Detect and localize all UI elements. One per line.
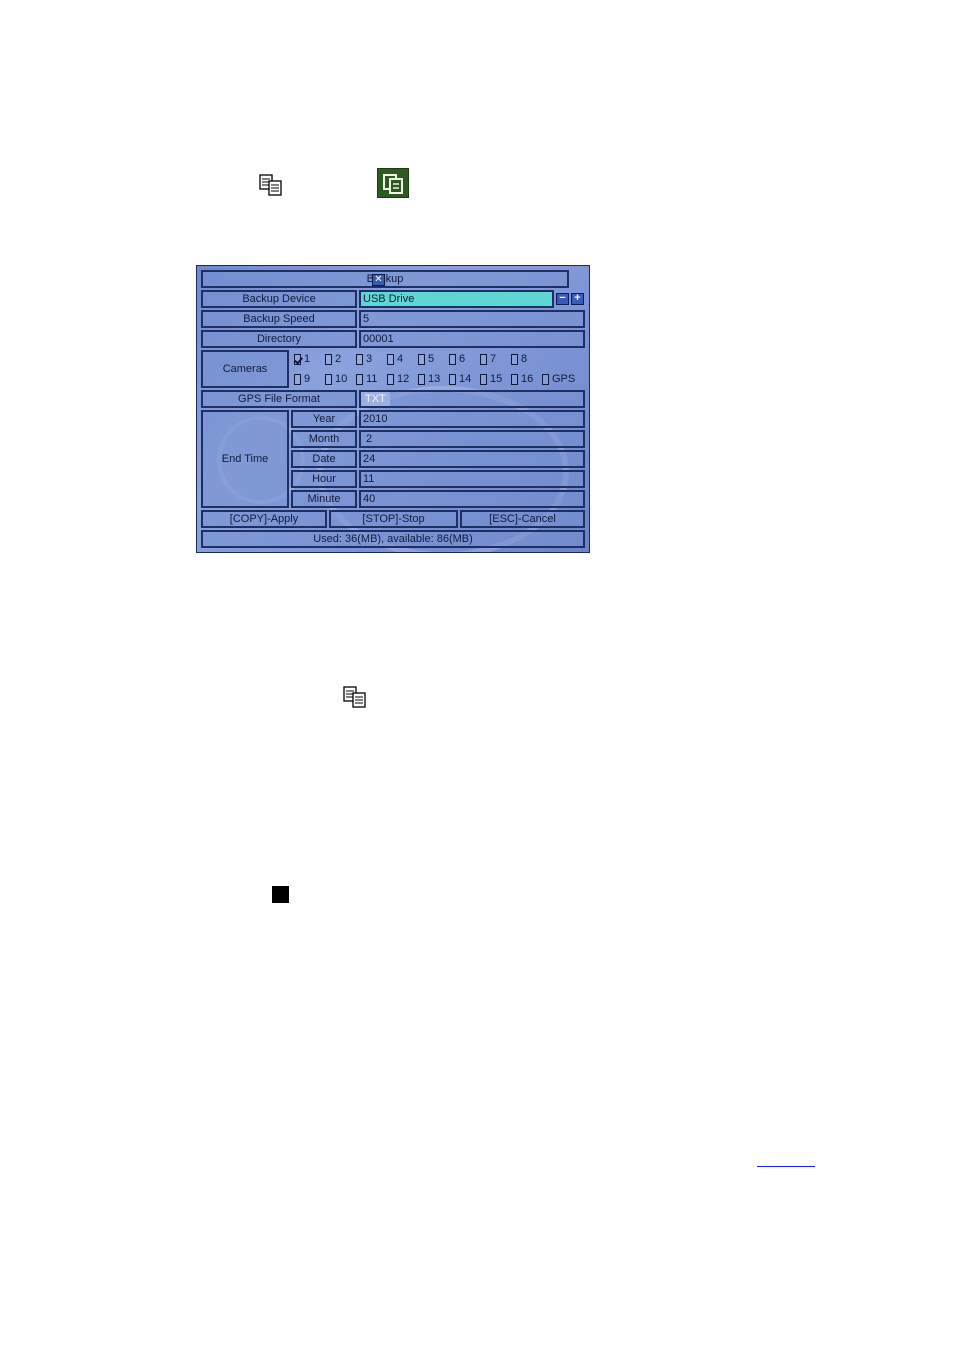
checkbox-icon[interactable] <box>387 353 394 365</box>
backup-device-label: Backup Device <box>201 290 357 308</box>
camera-checkbox-12[interactable]: 12 <box>387 372 409 386</box>
camera-label: 4 <box>397 353 404 365</box>
checkbox-icon[interactable] <box>418 373 425 385</box>
camera-label: 15 <box>490 373 503 385</box>
camera-checkbox-9[interactable]: 9 <box>294 372 310 386</box>
plus-button[interactable]: + <box>571 293 584 305</box>
camera-checkbox-15[interactable]: 15 <box>480 372 502 386</box>
hour-field[interactable]: 11 <box>359 470 585 488</box>
camera-checkbox-3[interactable]: 3 <box>356 352 372 366</box>
checkbox-icon[interactable] <box>511 353 518 365</box>
copy-apply-button[interactable]: [COPY]-Apply <box>201 510 327 528</box>
checkbox-icon[interactable] <box>511 373 518 385</box>
camera-label: 6 <box>459 353 466 365</box>
checkbox-icon[interactable] <box>387 373 394 385</box>
camera-checkbox-13[interactable]: 13 <box>418 372 440 386</box>
camera-label: 7 <box>490 353 497 365</box>
camera-checkbox-2[interactable]: 2 <box>325 352 341 366</box>
backup-speed-field[interactable]: 5 <box>359 310 585 328</box>
checkbox-icon[interactable] <box>294 353 301 365</box>
gps-file-format-label: GPS File Format <box>201 390 357 408</box>
end-time-label: End Time <box>201 410 289 508</box>
checkbox-icon[interactable] <box>480 353 487 365</box>
camera-label: GPS <box>552 373 576 385</box>
camera-label: 14 <box>459 373 472 385</box>
month-field[interactable]: 2 <box>359 430 585 448</box>
camera-checkbox-5[interactable]: 5 <box>418 352 434 366</box>
hour-label: Hour <box>291 470 357 488</box>
copy-icon <box>259 173 283 202</box>
storage-status: Used: 36(MB), available: 86(MB) <box>201 530 585 548</box>
gps-file-format-value: TXT <box>361 392 390 406</box>
camera-label: 9 <box>304 373 311 385</box>
camera-label: 11 <box>366 373 378 385</box>
minute-label: Minute <box>291 490 357 508</box>
checkbox-icon[interactable] <box>542 373 549 385</box>
camera-checkbox-4[interactable]: 4 <box>387 352 403 366</box>
stop-square-icon <box>272 886 289 903</box>
camera-checkbox-gps[interactable]: GPS <box>542 372 575 386</box>
camera-label: 3 <box>366 353 373 365</box>
camera-checkbox-7[interactable]: 7 <box>480 352 496 366</box>
checkbox-icon[interactable] <box>480 373 487 385</box>
backup-icon <box>377 168 409 198</box>
camera-label: 8 <box>521 353 528 365</box>
checkbox-icon[interactable] <box>294 373 301 385</box>
camera-checkbox-11[interactable]: 11 <box>356 372 377 386</box>
esc-cancel-button[interactable]: [ESC]-Cancel <box>460 510 585 528</box>
gps-file-format-field[interactable]: TXT <box>359 390 585 408</box>
camera-checkbox-16[interactable]: 16 <box>511 372 533 386</box>
backup-device-select[interactable]: USB Drive <box>359 290 554 308</box>
camera-checkbox-10[interactable]: 10 <box>325 372 347 386</box>
checkbox-icon[interactable] <box>325 353 332 365</box>
camera-checkbox-1[interactable]: 1 <box>294 352 310 366</box>
checkbox-icon[interactable] <box>418 353 425 365</box>
camera-label: 10 <box>335 373 348 385</box>
checkbox-icon[interactable] <box>356 353 363 365</box>
minute-field[interactable]: 40 <box>359 490 585 508</box>
camera-label: 12 <box>397 373 410 385</box>
camera-label: 13 <box>428 373 441 385</box>
dialog-title: Backup <box>201 270 569 288</box>
camera-label: 2 <box>335 353 342 365</box>
cameras-label: Cameras <box>201 350 289 388</box>
close-icon[interactable]: ✕ <box>372 274 385 286</box>
directory-label: Directory <box>201 330 357 348</box>
camera-checkbox-14[interactable]: 14 <box>449 372 471 386</box>
checkbox-icon[interactable] <box>449 353 456 365</box>
camera-label: 5 <box>428 353 435 365</box>
year-label: Year <box>291 410 357 428</box>
checkbox-icon[interactable] <box>356 373 363 385</box>
copy-icon <box>343 685 367 714</box>
backup-speed-label: Backup Speed <box>201 310 357 328</box>
checkbox-icon[interactable] <box>449 373 456 385</box>
checkbox-icon[interactable] <box>325 373 332 385</box>
stop-button[interactable]: [STOP]-Stop <box>329 510 458 528</box>
page-link-underline[interactable] <box>757 1166 815 1167</box>
camera-label: 1 <box>304 353 311 365</box>
month-label: Month <box>291 430 357 448</box>
directory-field[interactable]: 00001 <box>359 330 585 348</box>
year-field[interactable]: 2010 <box>359 410 585 428</box>
camera-checkbox-6[interactable]: 6 <box>449 352 465 366</box>
minus-button[interactable]: − <box>556 293 569 305</box>
camera-label: 16 <box>521 373 534 385</box>
date-label: Date <box>291 450 357 468</box>
camera-checkbox-8[interactable]: 8 <box>511 352 527 366</box>
date-field[interactable]: 24 <box>359 450 585 468</box>
